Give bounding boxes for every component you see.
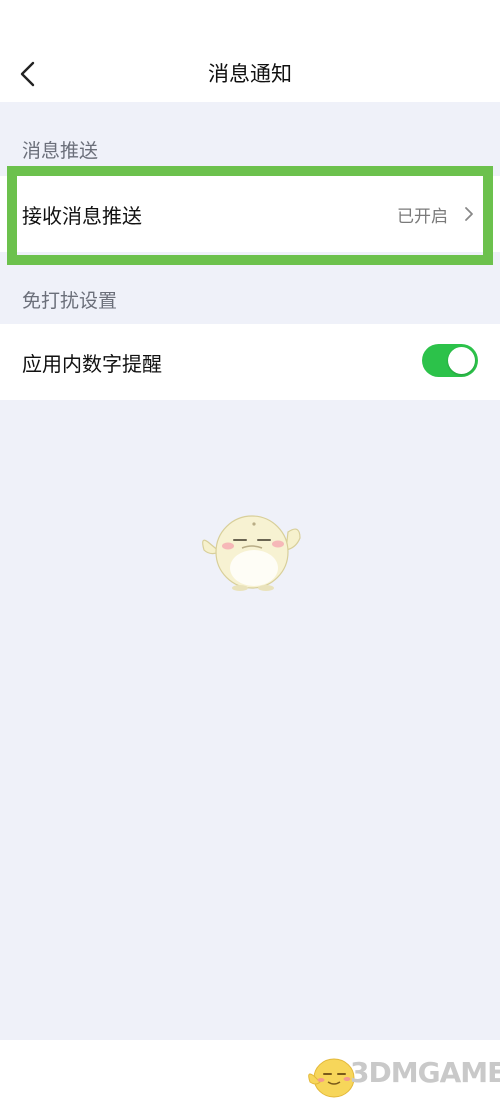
watermark-text: 3DMGAME xyxy=(350,1056,500,1089)
in-app-badge-toggle[interactable] xyxy=(422,344,478,377)
navigation-bar: 消息通知 xyxy=(0,0,500,102)
receive-push-row[interactable]: 接收消息推送 已开启 xyxy=(0,176,500,252)
toggle-knob xyxy=(448,347,475,374)
mascot-illustration xyxy=(202,515,301,591)
receive-push-status: 已开启 xyxy=(397,207,448,227)
chevron-right-icon xyxy=(465,207,473,221)
in-app-badge-row: 应用内数字提醒 xyxy=(0,324,500,400)
receive-push-label: 接收消息推送 xyxy=(22,204,142,228)
in-app-badge-label: 应用内数字提醒 xyxy=(22,352,162,376)
section-label-dnd: 免打扰设置 xyxy=(22,290,118,312)
page-title: 消息通知 xyxy=(208,62,292,86)
section-label-push: 消息推送 xyxy=(22,140,99,162)
